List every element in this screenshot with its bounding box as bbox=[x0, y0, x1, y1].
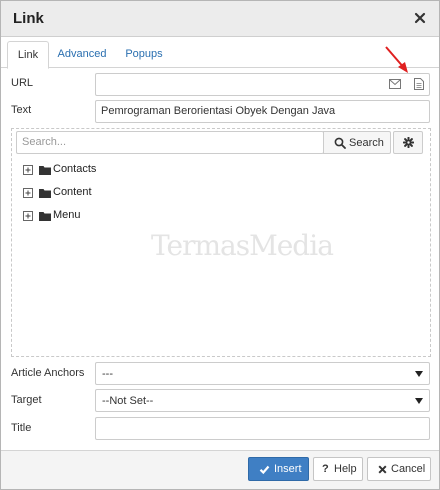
cancel-button[interactable]: Cancel bbox=[367, 457, 431, 481]
insert-button[interactable]: Insert bbox=[248, 457, 309, 481]
search-icon bbox=[334, 137, 346, 149]
email-icon[interactable] bbox=[389, 79, 401, 89]
target-value: --Not Set-- bbox=[102, 395, 154, 407]
help-button-label: Help bbox=[334, 463, 357, 475]
tab-popups[interactable]: Popups bbox=[118, 41, 170, 69]
url-input[interactable] bbox=[95, 73, 430, 96]
settings-button[interactable] bbox=[393, 131, 423, 154]
x-icon bbox=[378, 465, 387, 474]
help-button[interactable]: ? Help bbox=[313, 457, 363, 481]
expand-icon[interactable] bbox=[23, 188, 33, 198]
watermark: TermasMedia bbox=[151, 229, 334, 262]
tab-bar: Link Advanced Popups bbox=[1, 37, 439, 69]
text-label: Text bbox=[11, 104, 32, 116]
search-button[interactable]: Search bbox=[323, 131, 391, 154]
tree-item-label: Menu bbox=[53, 209, 81, 221]
target-select[interactable]: --Not Set-- bbox=[95, 389, 430, 412]
title-label: Title bbox=[11, 422, 32, 434]
link-dialog: Link Link Advanced Popups URL Text Pemro… bbox=[0, 0, 440, 490]
document-icon[interactable] bbox=[414, 78, 424, 90]
search-button-label: Search bbox=[349, 137, 384, 149]
article-anchors-value: --- bbox=[102, 368, 113, 380]
expand-icon[interactable] bbox=[23, 165, 33, 175]
dialog-title: Link bbox=[13, 10, 44, 27]
tree-item-label: Contacts bbox=[53, 163, 97, 175]
insert-button-label: Insert bbox=[274, 463, 302, 475]
gear-icon bbox=[403, 137, 414, 148]
check-icon bbox=[259, 465, 270, 475]
close-icon[interactable] bbox=[413, 11, 427, 25]
search-input[interactable]: Search... bbox=[16, 131, 324, 154]
cancel-button-label: Cancel bbox=[391, 463, 426, 475]
folder-icon bbox=[39, 212, 51, 221]
article-anchors-select[interactable]: --- bbox=[95, 362, 430, 385]
tab-link[interactable]: Link bbox=[7, 41, 49, 69]
article-anchors-label: Article Anchors bbox=[11, 367, 85, 379]
text-input[interactable]: Pemrograman Berorientasi Obyek Dengan Ja… bbox=[95, 100, 430, 123]
tab-advanced[interactable]: Advanced bbox=[53, 41, 111, 69]
tree-item-label: Content bbox=[53, 186, 92, 198]
caret-down-icon bbox=[415, 371, 423, 377]
folder-icon bbox=[39, 189, 51, 198]
target-label: Target bbox=[11, 394, 42, 406]
expand-icon[interactable] bbox=[23, 211, 33, 221]
dialog-titlebar: Link bbox=[1, 1, 439, 37]
caret-down-icon bbox=[415, 398, 423, 404]
title-input[interactable] bbox=[95, 417, 430, 440]
question-icon: ? bbox=[322, 463, 329, 475]
folder-icon bbox=[39, 166, 51, 175]
url-label: URL bbox=[11, 77, 34, 89]
